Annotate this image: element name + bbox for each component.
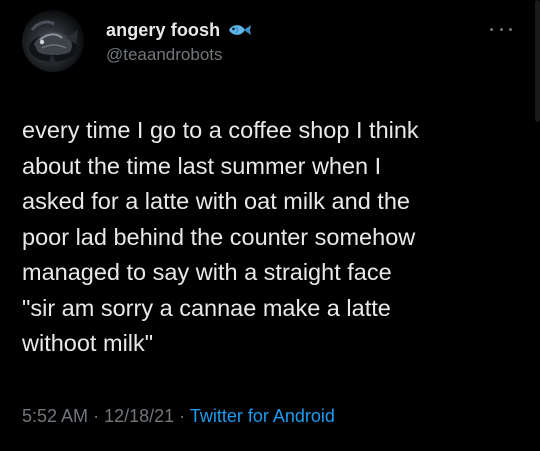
fish-icon	[226, 22, 252, 38]
tweet-card: angery foosh @teaandrobots every time I …	[0, 0, 540, 451]
more-icon[interactable]	[490, 24, 512, 34]
more-dot	[490, 27, 493, 31]
display-name-row: angery foosh	[106, 18, 252, 42]
more-dot	[499, 27, 503, 31]
tweet-source-link[interactable]: Twitter for Android	[190, 406, 335, 426]
user-names: angery foosh @teaandrobots	[106, 18, 252, 65]
tweet-date[interactable]: 12/18/21	[104, 406, 174, 426]
tweet-header: angery foosh @teaandrobots	[22, 10, 522, 74]
avatar[interactable]	[22, 10, 84, 72]
tweet-time[interactable]: 5:52 AM	[22, 406, 88, 426]
meta-separator: ·	[93, 406, 100, 426]
display-name[interactable]: angery foosh	[106, 20, 220, 41]
tweet-text: every time I go to a coffee shop I think…	[22, 117, 419, 356]
user-handle[interactable]: @teaandrobots	[106, 45, 252, 65]
meta-separator: ·	[179, 406, 186, 426]
tweet-meta: 5:52 AM · 12/18/21 · Twitter for Android	[22, 406, 335, 427]
more-dot	[509, 27, 512, 31]
scrollbar[interactable]	[535, 0, 540, 122]
